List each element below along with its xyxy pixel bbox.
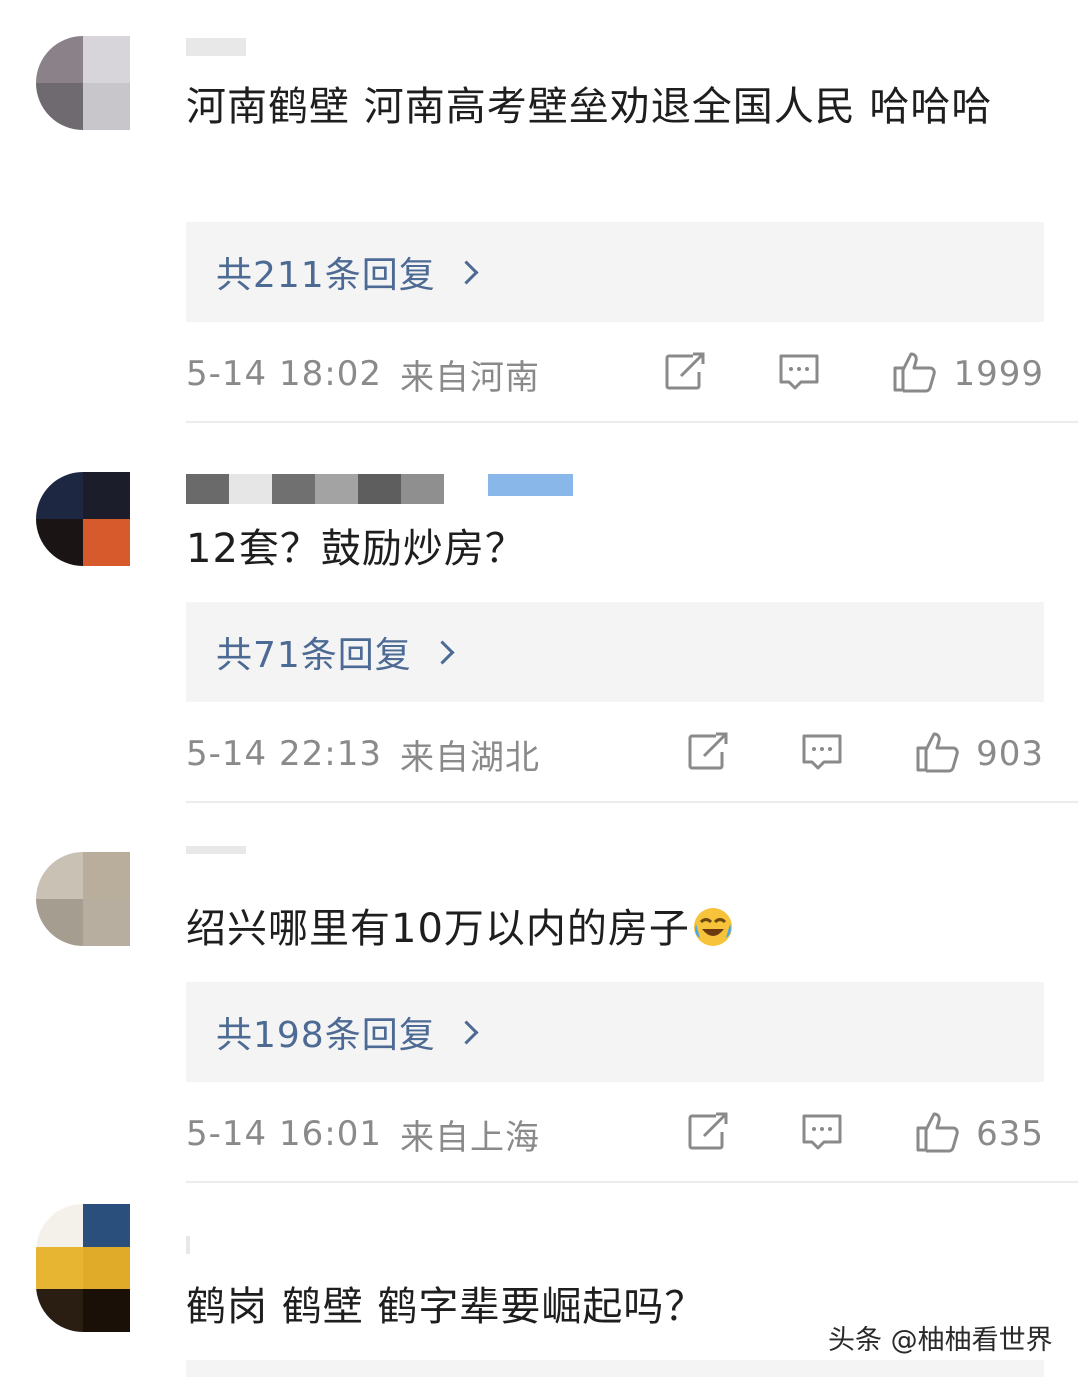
username-blurred[interactable]: [186, 846, 246, 876]
divider: [186, 1181, 1078, 1183]
reply-count-label: 共71条回复: [216, 635, 412, 676]
comment-text: 河南鹤壁 河南高考壁垒劝退全国人民 哈哈哈: [186, 84, 993, 130]
chevron-right-icon: [454, 1019, 479, 1045]
comment-meta: 5-14 18:02 来自河南 1999: [186, 344, 1044, 404]
comment-location: 来自上海: [399, 1117, 540, 1158]
like-count: 1999: [953, 354, 1044, 394]
comment-text: 12套？鼓励炒房？: [186, 526, 526, 572]
comment-meta: 5-14 22:13 来自湖北 903: [186, 724, 1044, 784]
comment-location: 来自湖北: [399, 737, 540, 778]
like-count: 903: [976, 734, 1044, 774]
username-blurred[interactable]: [186, 38, 246, 68]
reply-count-link[interactable]: 共71条回复: [186, 602, 1044, 702]
username-blurred[interactable]: [186, 1236, 190, 1266]
chevron-right-icon: [430, 639, 455, 665]
share-icon[interactable]: [686, 732, 730, 776]
avatar[interactable]: [36, 36, 130, 130]
comment-time: 5-14 18:02: [186, 354, 382, 394]
share-icon[interactable]: [663, 352, 707, 396]
watermark: 头条 @柚柚看世界: [828, 1325, 1053, 1356]
share-icon[interactable]: [686, 1112, 730, 1156]
comment-time: 5-14 16:01: [186, 1114, 382, 1154]
reply-count-link[interactable]: 共198条回复: [186, 982, 1044, 1082]
reply-count-link[interactable]: 共211条回复: [186, 222, 1044, 322]
reply-count-link[interactable]: [186, 1360, 1044, 1377]
avatar[interactable]: [36, 472, 130, 566]
comment-time: 5-14 22:13: [186, 734, 382, 774]
comment-icon[interactable]: [800, 732, 844, 776]
thumbs-up-icon[interactable]: [914, 1110, 962, 1158]
comment-text-body: 绍兴哪里有10万以内的房子: [186, 906, 690, 952]
divider: [186, 421, 1078, 423]
comment-location: 来自河南: [399, 357, 540, 398]
reply-count-label: 共198条回复: [216, 1015, 436, 1056]
avatar[interactable]: [36, 852, 130, 946]
comment-icon[interactable]: [777, 352, 821, 396]
username-blurred[interactable]: [186, 474, 573, 504]
comment-text: 绍兴哪里有10万以内的房子: [186, 898, 1046, 966]
like-count: 635: [976, 1114, 1044, 1154]
chevron-right-icon: [454, 259, 479, 285]
laughing-crying-emoji-icon: [692, 904, 734, 966]
comment-icon[interactable]: [800, 1112, 844, 1156]
comment-meta: 5-14 16:01 来自上海 635: [186, 1104, 1044, 1164]
avatar[interactable]: [36, 1204, 130, 1332]
thumbs-up-icon[interactable]: [891, 350, 939, 398]
divider: [186, 801, 1078, 803]
reply-count-label: 共211条回复: [216, 255, 436, 296]
thumbs-up-icon[interactable]: [914, 730, 962, 778]
